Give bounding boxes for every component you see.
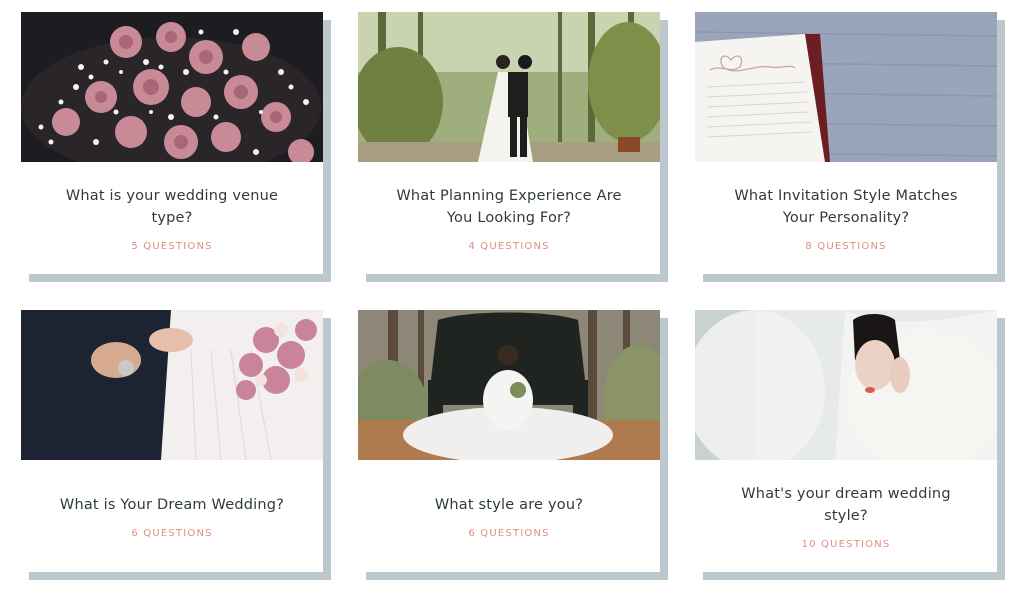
- question-count: 8 QUESTIONS: [805, 240, 887, 252]
- quiz-card-invitation-style[interactable]: What Invitation Style Matches Your Perso…: [695, 12, 997, 274]
- notebook-photo: [695, 12, 997, 162]
- question-count: 5 QUESTIONS: [131, 240, 213, 252]
- bride-throne-photo: [358, 310, 660, 460]
- notebook-image: [695, 12, 997, 162]
- bride-veil-photo: [695, 310, 997, 460]
- quiz-title[interactable]: What's your dream wedding style?: [731, 483, 961, 527]
- bride-groom-hands-photo: [21, 310, 323, 460]
- quiz-title[interactable]: What is your wedding venue type?: [57, 185, 287, 229]
- quiz-card-style[interactable]: What style are you? 6 QUESTIONS: [358, 310, 660, 572]
- quiz-grid: What is your wedding venue type? 5 QUEST…: [0, 0, 1024, 597]
- bride-throne-image: [358, 310, 660, 460]
- question-count: 6 QUESTIONS: [468, 527, 550, 539]
- bride-groom-hands-image: [21, 310, 323, 460]
- couple-forest-photo: [358, 12, 660, 162]
- couple-forest-image: [358, 12, 660, 162]
- quiz-title[interactable]: What Planning Experience Are You Looking…: [394, 185, 624, 229]
- bride-veil-image: [695, 310, 997, 460]
- quiz-card-venue-type[interactable]: What is your wedding venue type? 5 QUEST…: [21, 12, 323, 274]
- quiz-title[interactable]: What style are you?: [435, 494, 583, 516]
- quiz-card-wedding-style[interactable]: What's your dream wedding style? 10 QUES…: [695, 310, 997, 572]
- quiz-card-dream-wedding[interactable]: What is Your Dream Wedding? 6 QUESTIONS: [21, 310, 323, 572]
- quiz-title[interactable]: What is Your Dream Wedding?: [60, 494, 284, 516]
- roses-bouquet-image: [21, 12, 323, 162]
- roses-bouquet-photo: [21, 12, 323, 162]
- quiz-card-planning-experience[interactable]: What Planning Experience Are You Looking…: [358, 12, 660, 274]
- quiz-title[interactable]: What Invitation Style Matches Your Perso…: [731, 185, 961, 229]
- question-count: 4 QUESTIONS: [468, 240, 550, 252]
- question-count: 10 QUESTIONS: [801, 538, 891, 550]
- question-count: 6 QUESTIONS: [131, 527, 213, 539]
